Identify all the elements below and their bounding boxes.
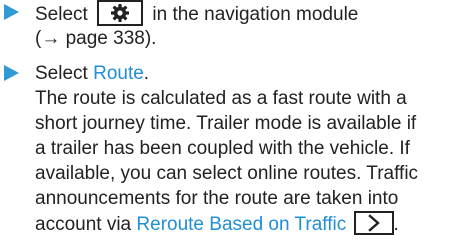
step-1-select-text: Select [35, 4, 88, 26]
step-2-line-1: Select Route. [35, 63, 149, 85]
step-1-line-2: (→ page 338). [35, 28, 156, 50]
step-2-body-line: The route is calculated as a fast route … [35, 88, 407, 110]
step-2-period: . [143, 63, 150, 84]
account-via-text: account via [35, 214, 132, 236]
step-2-body-line: short journey time. Trailer mode is avai… [35, 113, 416, 135]
final-period: . [393, 214, 399, 236]
step-2-body-line: a trailer has been coupled with the vehi… [35, 138, 410, 160]
bullet-triangle-icon [4, 65, 19, 81]
body-text: a trailer has been coupled with the vehi… [35, 138, 410, 159]
chevron-right-icon [367, 214, 380, 232]
settings-button[interactable] [97, 0, 144, 26]
body-text: The route is calculated as a fast route … [35, 88, 407, 109]
step-2-body-line: available, you can select online routes.… [35, 163, 418, 185]
page-reference: (→ page 338). [35, 28, 157, 49]
step-2-body-line: announcements for the route are taken in… [35, 188, 398, 210]
body-text: announcements for the route are taken in… [35, 188, 399, 209]
body-text: available, you can select online routes.… [35, 163, 419, 184]
step-2-last-line: account via Reroute Based on Traffic . [35, 211, 399, 236]
reroute-based-on-traffic-link[interactable]: Reroute Based on Traffic [136, 214, 346, 235]
bullet-triangle-icon [4, 4, 19, 20]
route-link[interactable]: Route [93, 63, 144, 84]
reroute-next-button[interactable] [353, 211, 394, 235]
step-1-navigation-module-text: in the navigation module [152, 4, 359, 26]
step-2-select-text: Select [35, 63, 88, 84]
body-text: short journey time. Trailer mode is avai… [35, 113, 417, 134]
step-1-line-1: Select in the navigation module [35, 0, 359, 26]
gear-icon [111, 4, 130, 22]
